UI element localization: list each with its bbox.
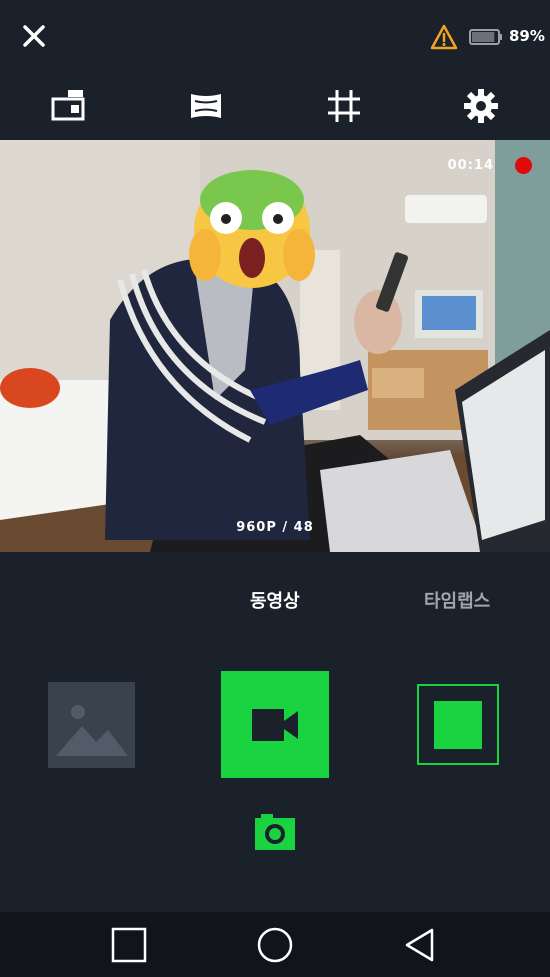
battery-percent: 89% [509, 27, 545, 45]
warning-icon [430, 24, 458, 50]
stop-button[interactable] [417, 684, 499, 765]
battery-icon [469, 29, 502, 45]
home-circle-icon[interactable] [256, 926, 294, 964]
tab-video[interactable]: 동영상 [250, 587, 300, 613]
stop-icon [434, 701, 482, 749]
gallery-button[interactable] [48, 682, 135, 768]
tab-timelapse[interactable]: 타임랩스 [424, 587, 490, 613]
gear-icon[interactable] [463, 88, 499, 124]
mode-tabs: 동영상 타임랩스 [0, 575, 550, 625]
gallery-image-icon [56, 705, 128, 756]
camera-preview[interactable]: 00:14 960P / 48 [0, 140, 550, 552]
resolution-label: 960P / 48 [236, 520, 314, 535]
recording-timer: 00:14 [447, 158, 494, 173]
status-bar: 89% [0, 0, 550, 72]
recents-square-icon[interactable] [110, 926, 148, 964]
camera-icon[interactable] [253, 812, 297, 852]
system-nav-bar [0, 912, 550, 977]
grid-icon[interactable] [326, 88, 362, 124]
recording-indicator [515, 157, 532, 174]
video-camera-icon [252, 709, 298, 741]
back-triangle-icon[interactable] [402, 926, 440, 964]
record-button[interactable] [221, 671, 329, 778]
preview-scene [0, 140, 550, 552]
close-icon[interactable] [18, 20, 50, 52]
lens-distortion-icon[interactable] [188, 88, 224, 124]
camera-toolbar [0, 72, 550, 140]
camera-mode-icon[interactable] [50, 88, 86, 124]
